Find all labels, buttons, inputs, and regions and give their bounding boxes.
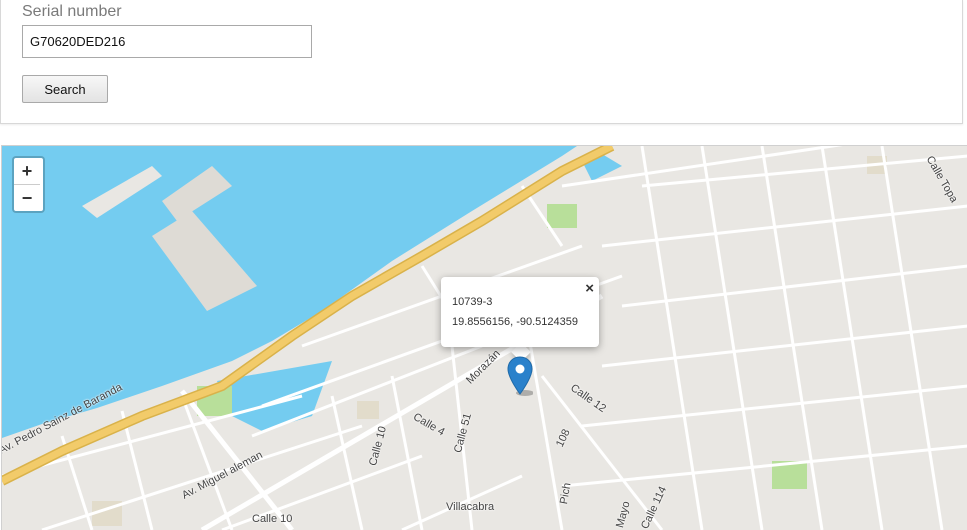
park: [547, 204, 577, 228]
street-label: Calle 10: [252, 513, 293, 525]
zoom-in-button[interactable]: +: [14, 158, 40, 185]
street-label: Villacabra: [446, 501, 495, 513]
marker-popup: × 10739-3 19.8556156, -90.5124359: [441, 277, 599, 347]
zoom-out-button[interactable]: −: [14, 185, 40, 211]
block: [357, 401, 379, 419]
zoom-control: + −: [12, 156, 45, 213]
search-panel: Serial number Search: [0, 0, 963, 124]
popup-title: 10739-3: [452, 296, 493, 308]
popup-coordinates: 19.8556156, -90.5124359: [452, 316, 579, 328]
serial-number-label: Serial number: [22, 3, 122, 20]
map-view[interactable]: Av. Pedro Sainz de Baranda Av. Miguel al…: [1, 145, 967, 530]
serial-number-input[interactable]: [22, 25, 312, 58]
map-marker-icon[interactable]: [507, 356, 533, 396]
search-button[interactable]: Search: [22, 75, 108, 103]
popup-close-button[interactable]: ×: [585, 280, 594, 297]
